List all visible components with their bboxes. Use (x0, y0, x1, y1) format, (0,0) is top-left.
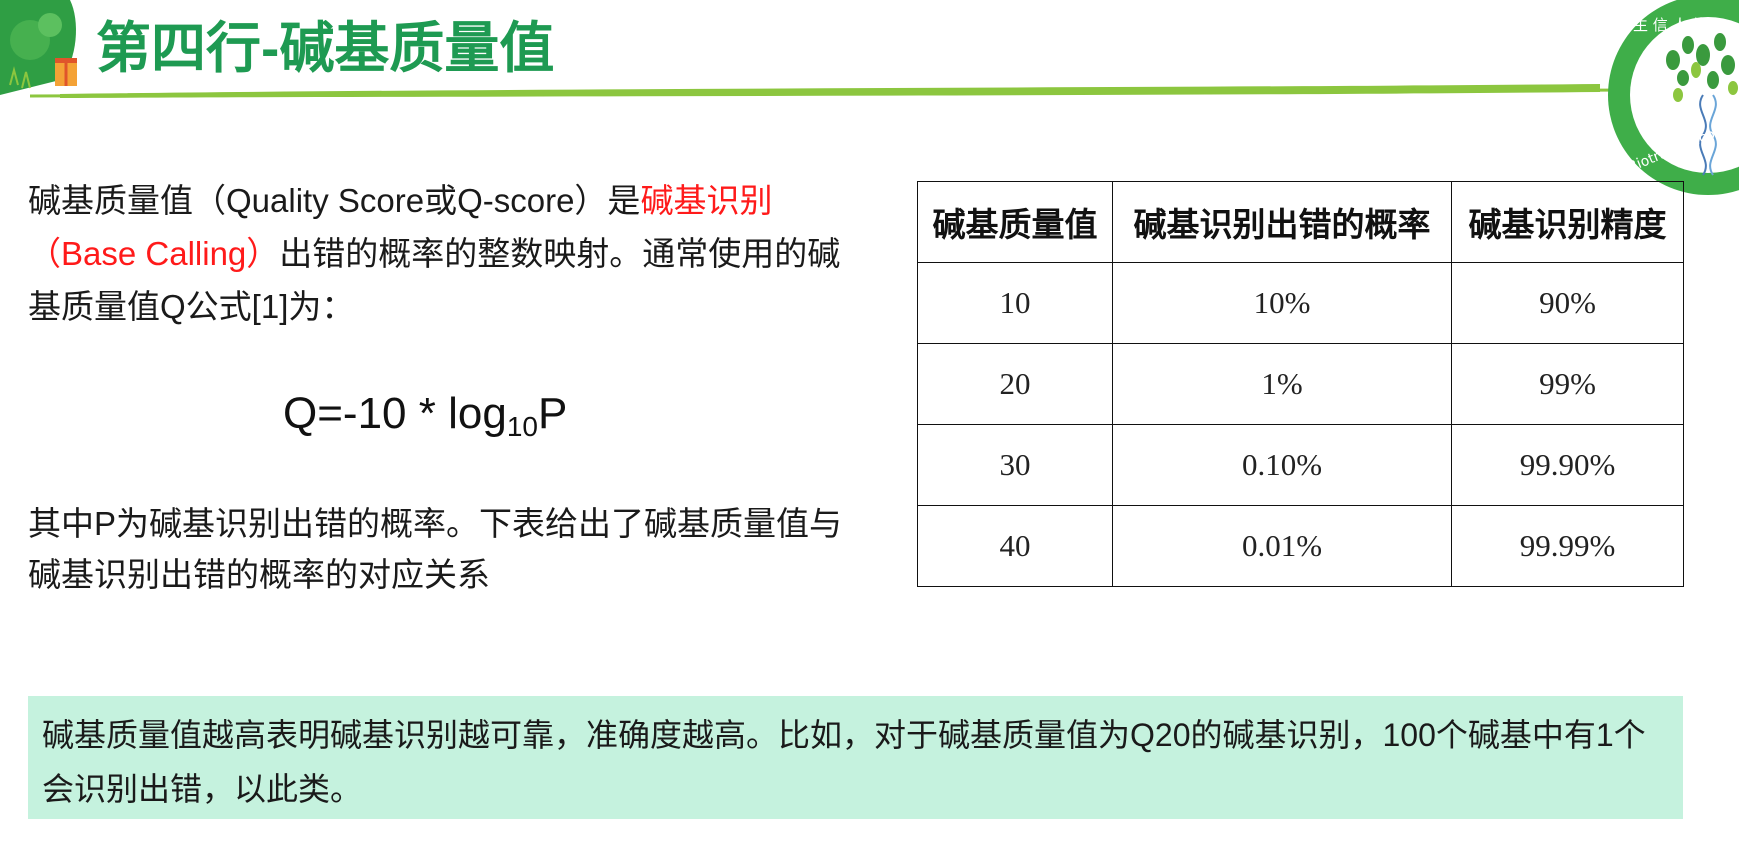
formula-rhs: P (537, 389, 568, 438)
cell-accuracy: 99.99% (1451, 505, 1684, 587)
cell-error: 10% (1112, 262, 1452, 344)
quality-score-table: 碱基质量值 碱基识别出错的概率 碱基识别精度 10 10% 90% 20 1% … (917, 181, 1684, 587)
explanation-paragraph: 其中P为碱基识别出错的概率。下表给出了碱基质量值与碱基识别出错的概率的对应关系 (28, 505, 843, 593)
biotree-logo-icon: 生 信 人 能 Biotrainee.com (1608, 0, 1739, 195)
table-row: 30 0.10% 99.90% (917, 424, 1684, 506)
cell-quality: 20 (917, 343, 1113, 425)
cell-quality: 10 (917, 262, 1113, 344)
cell-error: 0.01% (1112, 505, 1452, 587)
cell-error: 1% (1112, 343, 1452, 425)
q-score-formula: Q=-10 * log10P (283, 389, 567, 443)
cell-quality: 30 (917, 424, 1113, 506)
page-title: 第四行-碱基质量值 (96, 17, 555, 79)
header-quality-score: 碱基质量值 (917, 181, 1113, 263)
table-header-row: 碱基质量值 碱基识别出错的概率 碱基识别精度 (917, 181, 1684, 263)
header-error-probability: 碱基识别出错的概率 (1112, 181, 1452, 263)
logo-ring-text-top: 生 信 人 能 (1633, 16, 1707, 34)
header-accuracy: 碱基识别精度 (1451, 181, 1684, 263)
intro-text-part1: 碱基质量值（Quality Score或Q-score）是 (28, 182, 641, 219)
cell-quality: 40 (917, 505, 1113, 587)
table-row: 10 10% 90% (917, 262, 1684, 344)
summary-note-text: 碱基质量值越高表明碱基识别越可靠，准确度越高。比如，对于碱基质量值为Q20的碱基… (42, 717, 1646, 807)
intro-paragraph: 碱基质量值（Quality Score或Q-score）是碱基识别（Base C… (28, 174, 843, 333)
summary-note-box: 碱基质量值越高表明碱基识别越可靠，准确度越高。比如，对于碱基质量值为Q20的碱基… (28, 696, 1683, 819)
cell-accuracy: 99.90% (1451, 424, 1684, 506)
table-row: 40 0.01% 99.99% (917, 505, 1684, 587)
formula-log-base: 10 (506, 411, 538, 442)
header-divider (29, 84, 1641, 98)
table-row: 20 1% 99% (917, 343, 1684, 425)
cell-error: 0.10% (1112, 424, 1452, 506)
cell-accuracy: 90% (1451, 262, 1684, 344)
formula-lhs: Q=-10 * log (283, 389, 507, 438)
cell-accuracy: 99% (1451, 343, 1684, 425)
